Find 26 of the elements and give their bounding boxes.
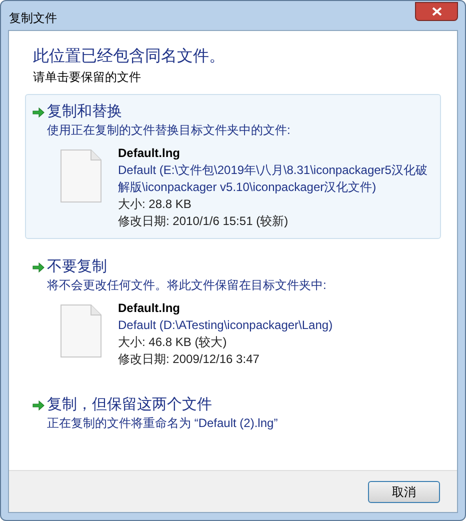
file-size: 大小: 46.8 KB (较大) <box>118 334 228 351</box>
option-description: 将不会更改任何文件。将此文件保留在目标文件夹中: <box>47 277 328 293</box>
option-title: 复制，但保留这两个文件 <box>47 395 212 415</box>
cancel-button[interactable]: 取消 <box>368 480 440 502</box>
arrow-icon <box>32 400 45 410</box>
file-size: 大小: 28.8 KB <box>118 196 192 213</box>
dialog-heading: 此位置已经包含同名文件。 <box>33 46 226 67</box>
arrow-icon <box>32 106 45 118</box>
option-description: 正在复制的文件将重命名为 “Default (2).lng” <box>47 415 279 431</box>
close-icon <box>432 7 442 16</box>
file-modified: 修改日期: 2009/12/16 3:47 <box>118 351 260 368</box>
file-icon <box>60 149 102 203</box>
file-name: Default.lng <box>118 300 181 317</box>
option-title: 复制和替换 <box>47 102 122 122</box>
option-title: 不要复制 <box>47 257 107 277</box>
option-description: 使用正在复制的文件替换目标文件夹中的文件: <box>47 122 292 138</box>
instruction-text: 请单击要保留的文件 <box>33 69 142 86</box>
file-path: Default (D:\ATesting\iconpackager\Lang) <box>118 317 334 334</box>
file-icon <box>60 304 102 358</box>
arrow-icon <box>32 262 45 272</box>
file-modified: 修改日期: 2010/1/6 15:51 (较新) <box>118 213 290 230</box>
close-button[interactable] <box>415 2 458 21</box>
file-name: Default.lng <box>118 145 181 162</box>
window-title: 复制文件 <box>9 10 57 27</box>
option-card[interactable]: 复制和替换 使用正在复制的文件替换目标文件夹中的文件: Default.lng Default (E:\文件包\2019年\八月\8.31\iconpackager5汉化破解版\iconpackager v5.10\iconpackager汉化文件) 大小: 28.8 KB 修改日期: 2010/1/6 15:51 (较新) <box>25 94 441 239</box>
file-path: Default (E:\文件包\2019年\八月\8.31\iconpackager5汉化破解版\iconpackager v5.10\iconpackager汉化文件) <box>118 162 428 196</box>
